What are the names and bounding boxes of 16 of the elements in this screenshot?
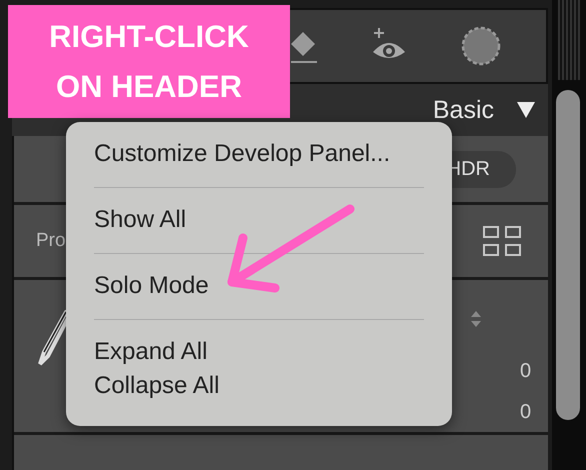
- value-text: 0: [520, 360, 532, 383]
- dotted-circle-icon[interactable]: [461, 26, 501, 66]
- profile-label: Pro: [36, 230, 66, 252]
- scrollbar-thumb[interactable]: [556, 90, 580, 420]
- value-text: 0: [520, 401, 532, 424]
- eyedropper-icon[interactable]: [36, 308, 68, 368]
- menu-item[interactable]: Solo Mode: [94, 269, 424, 303]
- panel-title[interactable]: Basic: [432, 96, 494, 124]
- menu-item[interactable]: Expand All: [94, 335, 424, 369]
- menu-item[interactable]: Customize Develop Panel...: [94, 137, 424, 171]
- spinner-arrows-icon[interactable]: [470, 310, 482, 328]
- menu-item[interactable]: Show All: [94, 203, 424, 237]
- grid-icon[interactable]: [482, 225, 522, 257]
- menu-item[interactable]: Collapse All: [94, 369, 424, 403]
- dropdown-triangle-icon[interactable]: [516, 101, 536, 119]
- annotation-label: RIGHT-CLICK ON HEADER: [8, 5, 290, 118]
